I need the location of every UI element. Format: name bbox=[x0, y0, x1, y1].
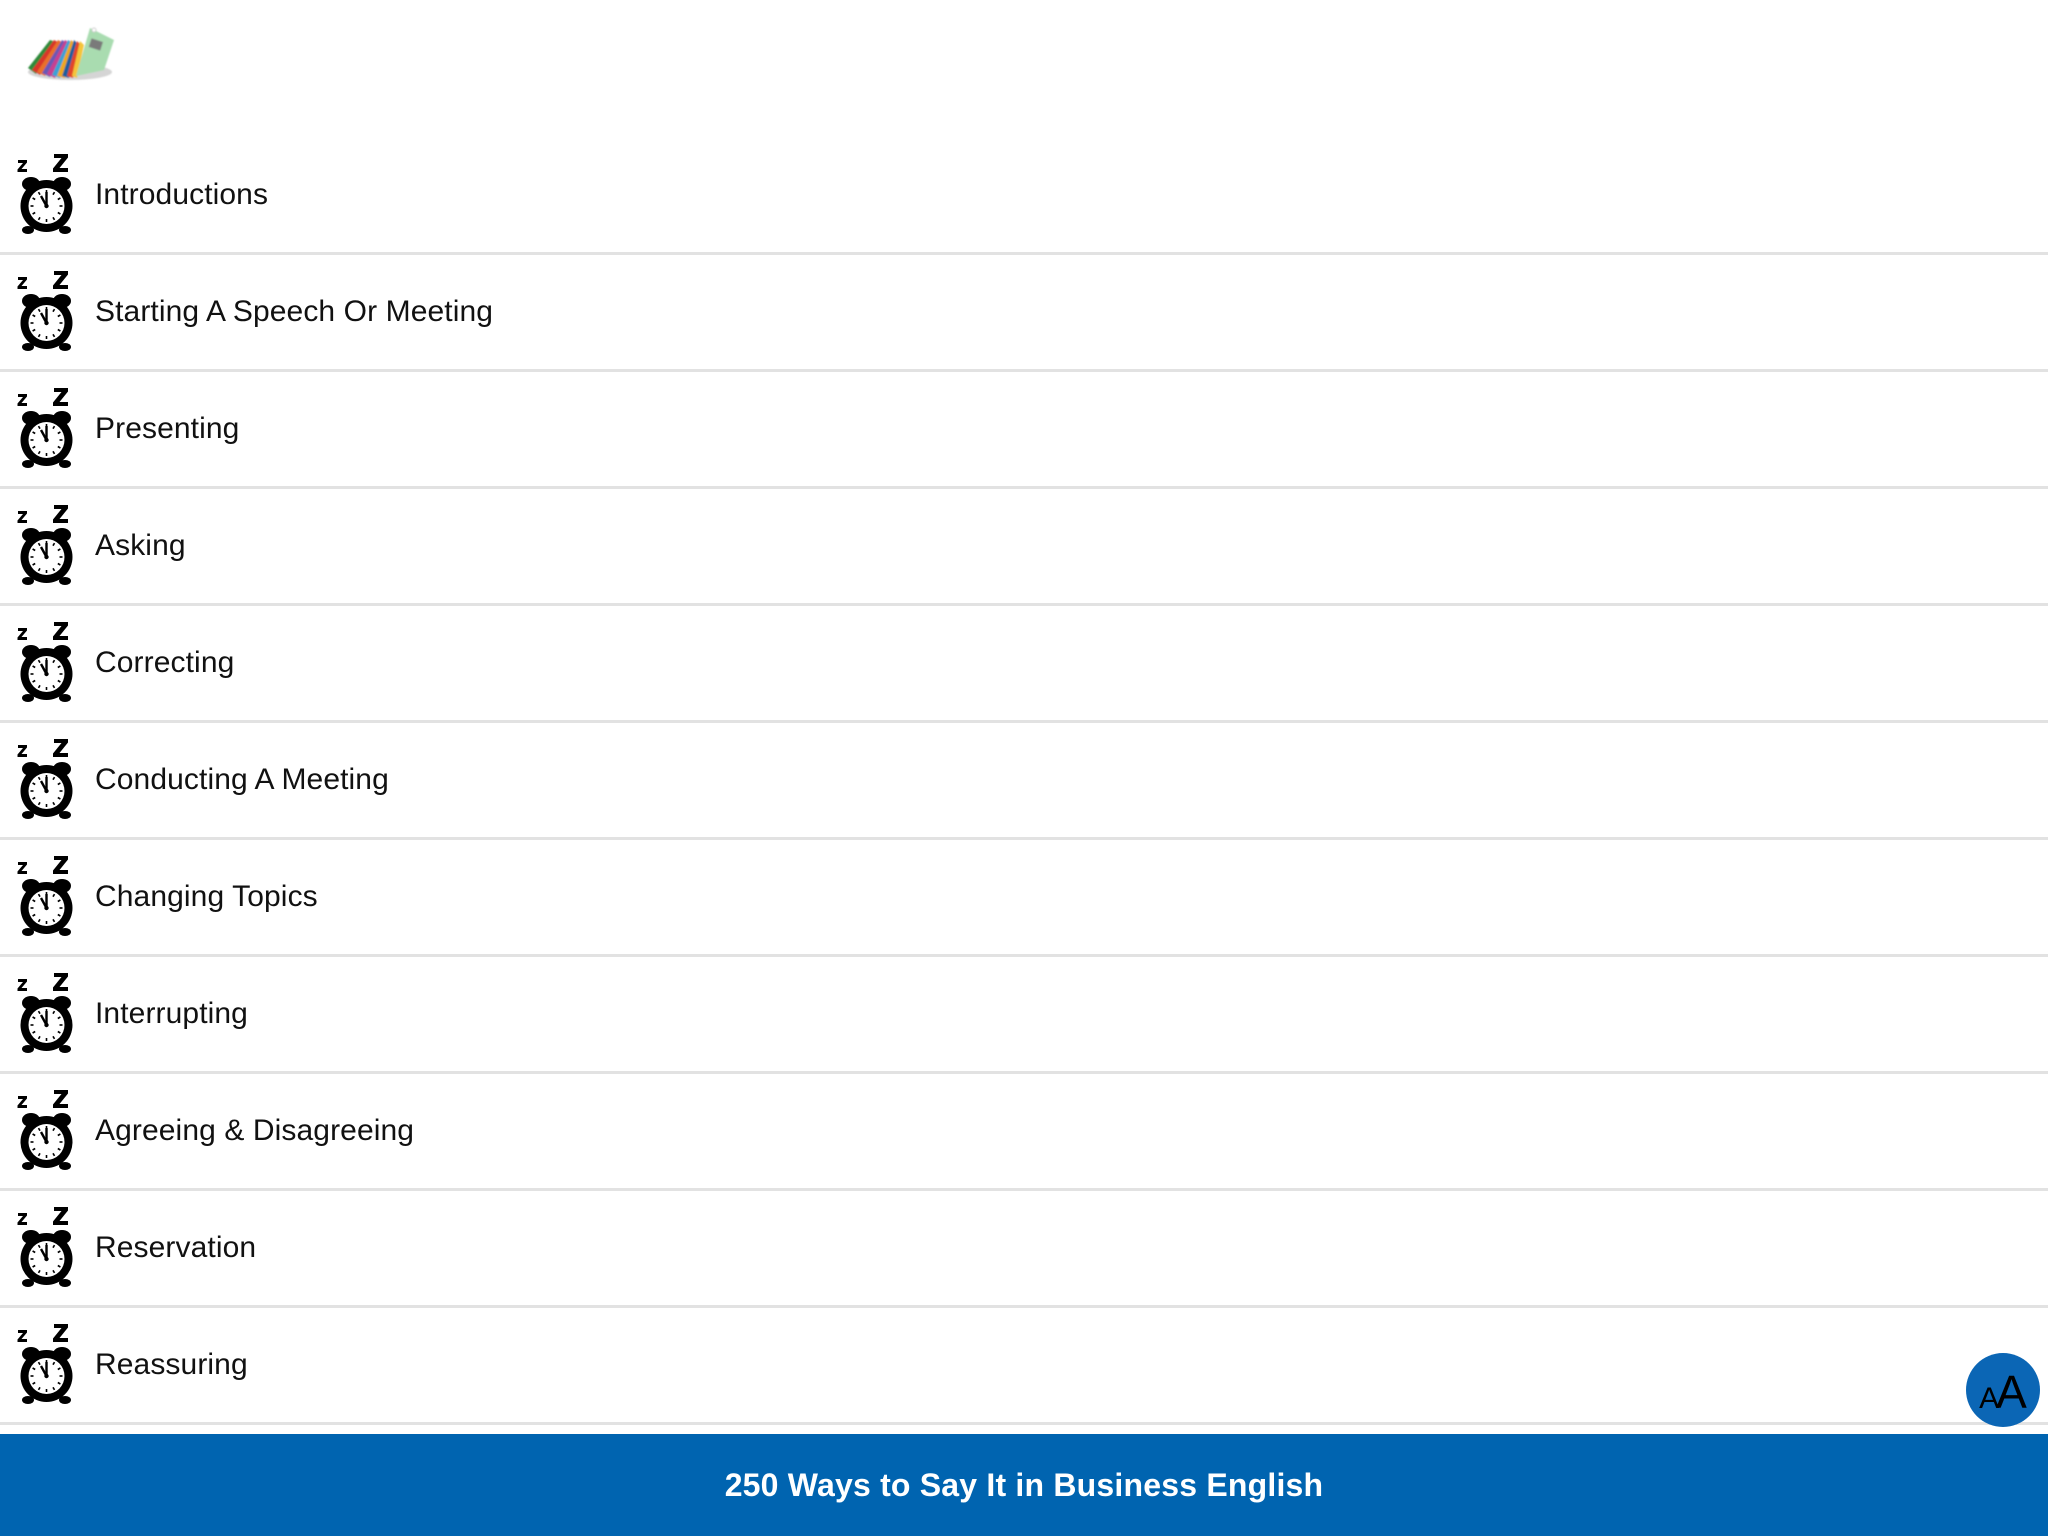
sleeping-alarm-clock-icon bbox=[17, 622, 73, 702]
font-size-icon: A A bbox=[1979, 1369, 2027, 1415]
topic-label: Starting A Speech Or Meeting bbox=[95, 295, 494, 328]
font-size-big-glyph: A bbox=[1996, 1366, 2027, 1418]
topic-list-item[interactable]: Asking bbox=[0, 489, 2048, 606]
topic-list-item[interactable]: Reassuring bbox=[0, 1308, 2048, 1425]
sleeping-alarm-clock-icon bbox=[17, 1207, 73, 1287]
topic-list-item[interactable]: Correcting bbox=[0, 606, 2048, 723]
topic-label: Interrupting bbox=[95, 997, 248, 1030]
topic-label: Presenting bbox=[95, 412, 240, 445]
topic-label: Agreeing & Disagreeing bbox=[95, 1114, 415, 1147]
topic-list-item[interactable]: Starting A Speech Or Meeting bbox=[0, 255, 2048, 372]
topic-list-item[interactable]: Introductions bbox=[0, 138, 2048, 255]
app-screen: Introductions Starting A Speech Or Meeti… bbox=[0, 0, 2048, 1536]
sleeping-alarm-clock-icon bbox=[17, 154, 73, 234]
sleeping-alarm-clock-icon bbox=[17, 1090, 73, 1170]
font-size-small-glyph: A bbox=[1979, 1382, 1999, 1415]
topic-label: Changing Topics bbox=[95, 880, 318, 913]
sleeping-alarm-clock-icon bbox=[17, 739, 73, 819]
topic-list: Introductions Starting A Speech Or Meeti… bbox=[0, 138, 2048, 1425]
sleeping-alarm-clock-icon bbox=[17, 973, 73, 1053]
footer-banner: 250 Ways to Say It in Business English bbox=[0, 1434, 2048, 1536]
topic-label: Reassuring bbox=[95, 1348, 248, 1381]
sleeping-alarm-clock-icon bbox=[17, 388, 73, 468]
sleeping-alarm-clock-icon bbox=[17, 505, 73, 585]
font-size-button[interactable]: A A bbox=[1966, 1353, 2040, 1427]
topic-list-item[interactable]: Presenting bbox=[0, 372, 2048, 489]
topic-label: Introductions bbox=[95, 178, 269, 211]
footer-title: 250 Ways to Say It in Business English bbox=[724, 1466, 1324, 1503]
sleeping-alarm-clock-icon bbox=[17, 1324, 73, 1404]
topic-label: Correcting bbox=[95, 646, 235, 679]
topic-list-item[interactable]: Interrupting bbox=[0, 957, 2048, 1074]
topic-list-item[interactable]: Reservation bbox=[0, 1191, 2048, 1308]
topic-list-item[interactable]: Agreeing & Disagreeing bbox=[0, 1074, 2048, 1191]
topic-list-item[interactable]: Changing Topics bbox=[0, 840, 2048, 957]
topic-label: Conducting A Meeting bbox=[95, 763, 389, 796]
topic-label: Asking bbox=[95, 529, 186, 562]
topic-label: Reservation bbox=[95, 1231, 257, 1264]
sleeping-alarm-clock-icon bbox=[17, 271, 73, 351]
flashcards-logo-icon bbox=[28, 27, 114, 80]
header bbox=[0, 0, 2048, 138]
topic-list-item[interactable]: Conducting A Meeting bbox=[0, 723, 2048, 840]
sleeping-alarm-clock-icon bbox=[17, 856, 73, 936]
